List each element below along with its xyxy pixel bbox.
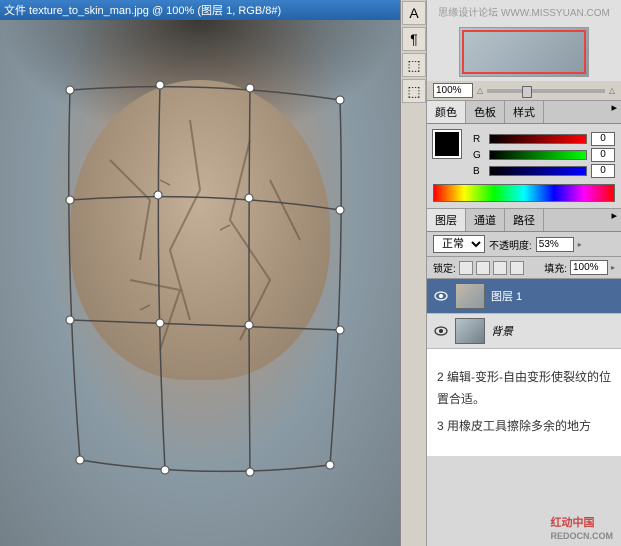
layer-thumbnail (455, 318, 485, 344)
face-texture-area (70, 80, 330, 380)
zoom-in-icon[interactable]: △ (609, 86, 615, 95)
g-label: G (473, 150, 485, 161)
fill-label: 填充: (544, 260, 567, 275)
image-background (0, 20, 400, 546)
type-tool-icon[interactable]: A (402, 1, 426, 25)
zoom-out-icon[interactable]: △ (477, 86, 483, 95)
foreground-color-swatch[interactable] (433, 130, 461, 158)
visibility-eye-icon[interactable] (433, 289, 449, 303)
rect-tool-icon[interactable]: ⬚ (402, 79, 426, 103)
color-panel-tabs: 颜色 色板 样式 ▸ (427, 101, 621, 124)
document-title: 文件 texture_to_skin_man.jpg @ 100% (图层 1,… (4, 2, 281, 18)
visibility-eye-icon[interactable] (433, 324, 449, 338)
layer-thumbnail (455, 283, 485, 309)
g-slider[interactable] (489, 150, 587, 160)
shape-tool-icon[interactable]: ⬚ (402, 53, 426, 77)
layer-name: 图层 1 (491, 288, 522, 304)
watermark-main: 红动中国 (551, 517, 595, 529)
opacity-input[interactable]: 53% (536, 237, 574, 252)
tab-layers[interactable]: 图层 (427, 209, 466, 231)
canvas-content[interactable] (0, 20, 400, 546)
instruction-step: 2 编辑-变形-自由变形使裂纹的位置合适。 (437, 367, 611, 410)
paragraph-tool-icon[interactable]: ¶ (402, 27, 426, 51)
lock-label: 锁定: (433, 260, 456, 275)
layer-name: 背景 (491, 323, 513, 339)
panel-menu-icon[interactable]: ▸ (607, 101, 621, 123)
canvas-area: 文件 texture_to_skin_man.jpg @ 100% (图层 1,… (0, 0, 400, 546)
instruction-step: 3 用橡皮工具擦除多余的地方 (437, 416, 611, 438)
crack-texture (70, 80, 330, 380)
instructions-text: 2 编辑-变形-自由变形使裂纹的位置合适。 3 用橡皮工具擦除多余的地方 (427, 349, 621, 456)
watermark-top: 思缘设计论坛 WWW.MISSYUAN.COM (427, 0, 621, 23)
r-label: R (473, 134, 485, 145)
zoom-bar: 100% △ △ (427, 81, 621, 101)
lock-pixels-icon[interactable] (476, 261, 490, 275)
b-slider[interactable] (489, 166, 587, 176)
watermark-sub: REDOCN.COM (551, 531, 614, 541)
r-slider[interactable] (489, 134, 587, 144)
tab-channels[interactable]: 通道 (466, 209, 505, 231)
zoom-slider[interactable] (487, 89, 605, 93)
lock-position-icon[interactable] (493, 261, 507, 275)
blend-mode-select[interactable]: 正常 (433, 235, 485, 253)
right-panel: 思缘设计论坛 WWW.MISSYUAN.COM 100% △ △ 颜色 色板 样… (426, 0, 621, 546)
tab-swatches[interactable]: 色板 (466, 101, 505, 123)
b-label: B (473, 166, 485, 177)
layers-panel-menu-icon[interactable]: ▸ (607, 209, 621, 231)
zoom-value-input[interactable]: 100% (433, 83, 473, 98)
layer-item[interactable]: 背景 (427, 314, 621, 349)
opacity-label: 不透明度: (489, 237, 532, 252)
tab-styles[interactable]: 样式 (505, 101, 544, 123)
navigator-thumbnail[interactable] (459, 27, 589, 77)
layers-panel: 正常 不透明度: 53% ▸ 锁定: 填充: 100% ▸ 图层 1 (427, 232, 621, 546)
opacity-dropdown-icon[interactable]: ▸ (578, 240, 582, 249)
lock-transparency-icon[interactable] (459, 261, 473, 275)
tab-color[interactable]: 颜色 (427, 101, 466, 123)
layers-panel-tabs: 图层 通道 路径 ▸ (427, 209, 621, 232)
fill-dropdown-icon[interactable]: ▸ (611, 263, 615, 272)
spectrum-picker[interactable] (433, 184, 615, 202)
layer-item[interactable]: 图层 1 (427, 279, 621, 314)
g-value-input[interactable]: 0 (591, 148, 615, 162)
document-title-bar: 文件 texture_to_skin_man.jpg @ 100% (图层 1,… (0, 0, 400, 20)
tab-paths[interactable]: 路径 (505, 209, 544, 231)
watermark-bottom: 红动中国 REDOCN.COM (551, 514, 614, 542)
r-value-input[interactable]: 0 (591, 132, 615, 146)
b-value-input[interactable]: 0 (591, 164, 615, 178)
color-panel: R 0 G 0 B 0 (427, 124, 621, 209)
lock-all-icon[interactable] (510, 261, 524, 275)
fill-input[interactable]: 100% (570, 260, 608, 275)
vertical-toolbar: A ¶ ⬚ ⬚ (400, 0, 426, 546)
